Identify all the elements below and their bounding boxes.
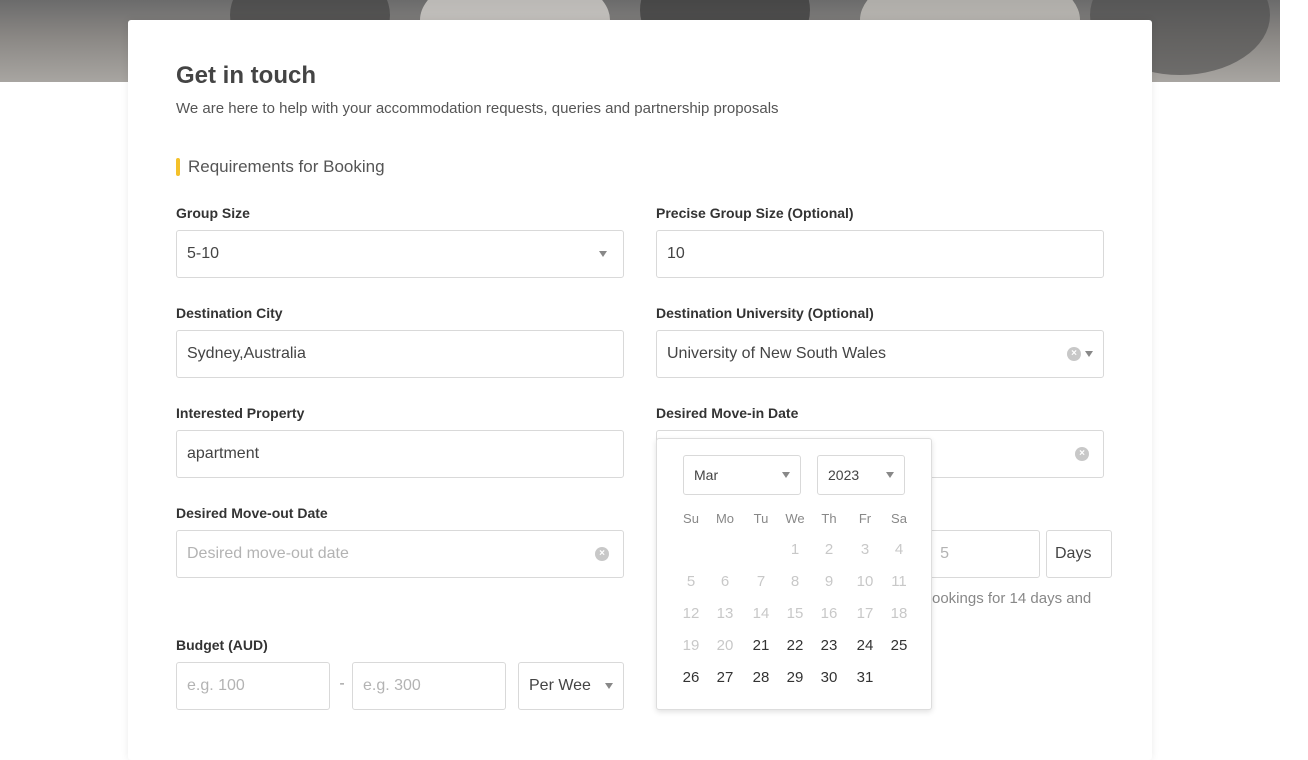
weekday-tu: Tu — [753, 511, 769, 526]
chevron-down-icon[interactable] — [1085, 351, 1093, 357]
calendar-day[interactable]: 28 — [749, 669, 773, 686]
calendar-day[interactable]: 22 — [783, 637, 807, 654]
group-size-label: Group Size — [176, 205, 250, 221]
calendar-day[interactable]: 26 — [679, 669, 703, 686]
budget-min-input[interactable]: e.g. 100 — [176, 662, 330, 710]
precise-group-size-input[interactable]: 10 — [656, 230, 1104, 278]
year-select[interactable]: 2023 — [817, 455, 905, 495]
weekday-su: Su — [683, 511, 699, 526]
clear-circle-icon[interactable]: × — [595, 547, 609, 561]
calendar-day: 16 — [820, 605, 838, 622]
section-accent-bar — [176, 158, 180, 176]
precise-group-size-label: Precise Group Size (Optional) — [656, 205, 854, 221]
calendar-day: 3 — [860, 541, 870, 558]
destination-university-select[interactable]: University of New South Wales × — [656, 330, 1104, 378]
clear-circle-icon[interactable]: × — [1067, 347, 1081, 361]
calendar-day[interactable]: 24 — [853, 637, 877, 654]
move-out-date-placeholder: Desired move-out date — [187, 545, 349, 562]
calendar-day: 15 — [786, 605, 804, 622]
page-subtitle: We are here to help with your accommodat… — [176, 100, 779, 117]
calendar-day: 19 — [682, 637, 700, 654]
stay-length-unit-text: Days — [1055, 545, 1092, 562]
chevron-down-icon[interactable] — [886, 472, 894, 478]
weekday-th: Th — [821, 511, 837, 526]
weekday-sa: Sa — [891, 511, 907, 526]
calendar-day[interactable]: 30 — [817, 669, 841, 686]
month-select[interactable]: Mar — [683, 455, 801, 495]
stay-length-unit: Days — [1046, 530, 1112, 578]
calendar-day: 20 — [716, 637, 734, 654]
section-title: Requirements for Booking — [188, 157, 385, 176]
budget-min-placeholder: e.g. 100 — [187, 677, 245, 694]
destination-city-label: Destination City — [176, 305, 283, 321]
budget-max-input[interactable]: e.g. 300 — [352, 662, 506, 710]
calendar-day: 12 — [682, 605, 700, 622]
interested-property-label: Interested Property — [176, 405, 305, 421]
calendar-day: 6 — [720, 573, 730, 590]
move-in-date-label: Desired Move-in Date — [656, 405, 799, 421]
chevron-down-icon[interactable] — [605, 683, 613, 689]
calendar-day[interactable]: 29 — [783, 669, 807, 686]
clear-circle-icon[interactable]: × — [1075, 447, 1089, 461]
group-size-value: 5-10 — [187, 245, 220, 262]
weekday-fr: Fr — [858, 511, 872, 526]
contact-form-card: Get in touch We are here to help with yo… — [128, 20, 1152, 760]
page-title: Get in touch — [176, 62, 316, 89]
calendar-day: 18 — [890, 605, 908, 622]
stay-length-value: 5 — [940, 545, 949, 562]
budget-period-value: Per Wee — [529, 677, 591, 694]
month-value: Mar — [694, 467, 719, 483]
move-out-date-input[interactable]: Desired move-out date × — [176, 530, 624, 578]
calendar-day: 10 — [856, 573, 874, 590]
calendar-day: 2 — [824, 541, 834, 558]
section-header: Requirements for Booking — [176, 157, 385, 177]
calendar-day: 14 — [752, 605, 770, 622]
move-out-date-label: Desired Move-out Date — [176, 505, 328, 521]
calendar-day[interactable]: 27 — [713, 669, 737, 686]
calendar-day[interactable]: 21 — [749, 637, 773, 654]
budget-separator: - — [339, 675, 345, 692]
group-size-select[interactable]: 5-10 — [176, 230, 624, 278]
calendar-day: 1 — [790, 541, 800, 558]
calendar-day: 7 — [756, 573, 766, 590]
destination-university-label: Destination University (Optional) — [656, 305, 874, 321]
calendar-day: 9 — [824, 573, 834, 590]
chevron-down-icon[interactable] — [782, 472, 790, 478]
interested-property-input[interactable]: apartment — [176, 430, 624, 478]
year-value: 2023 — [828, 467, 860, 483]
calendar-day: 17 — [856, 605, 874, 622]
weekday-we: We — [785, 511, 805, 526]
stay-note: ookings for 14 days and — [932, 590, 1092, 607]
calendar-day[interactable]: 25 — [887, 637, 911, 654]
chevron-down-icon[interactable] — [599, 251, 607, 257]
calendar-day: 11 — [891, 573, 907, 590]
budget-max-placeholder: e.g. 300 — [363, 677, 421, 694]
calendar-day: 5 — [686, 573, 696, 590]
budget-period-select[interactable]: Per Wee — [518, 662, 624, 710]
calendar-day: 4 — [894, 541, 904, 558]
calendar-day[interactable]: 31 — [853, 669, 877, 686]
destination-city-input[interactable]: Sydney,Australia — [176, 330, 624, 378]
interested-property-value: apartment — [187, 445, 260, 462]
calendar-day: 8 — [790, 573, 800, 590]
precise-group-size-value: 10 — [667, 245, 685, 262]
budget-label: Budget (AUD) — [176, 637, 268, 653]
weekday-mo: Mo — [715, 511, 735, 526]
calendar-day[interactable]: 23 — [817, 637, 841, 654]
destination-university-value: University of New South Wales — [667, 345, 887, 362]
destination-city-value: Sydney,Australia — [187, 345, 306, 362]
calendar-day: 13 — [716, 605, 734, 622]
date-picker-popup: Mar 2023 Su Mo Tu We Th Fr Sa 1 2 3 4 5 6 7 8 9 10 11 12 1… — [656, 438, 932, 710]
